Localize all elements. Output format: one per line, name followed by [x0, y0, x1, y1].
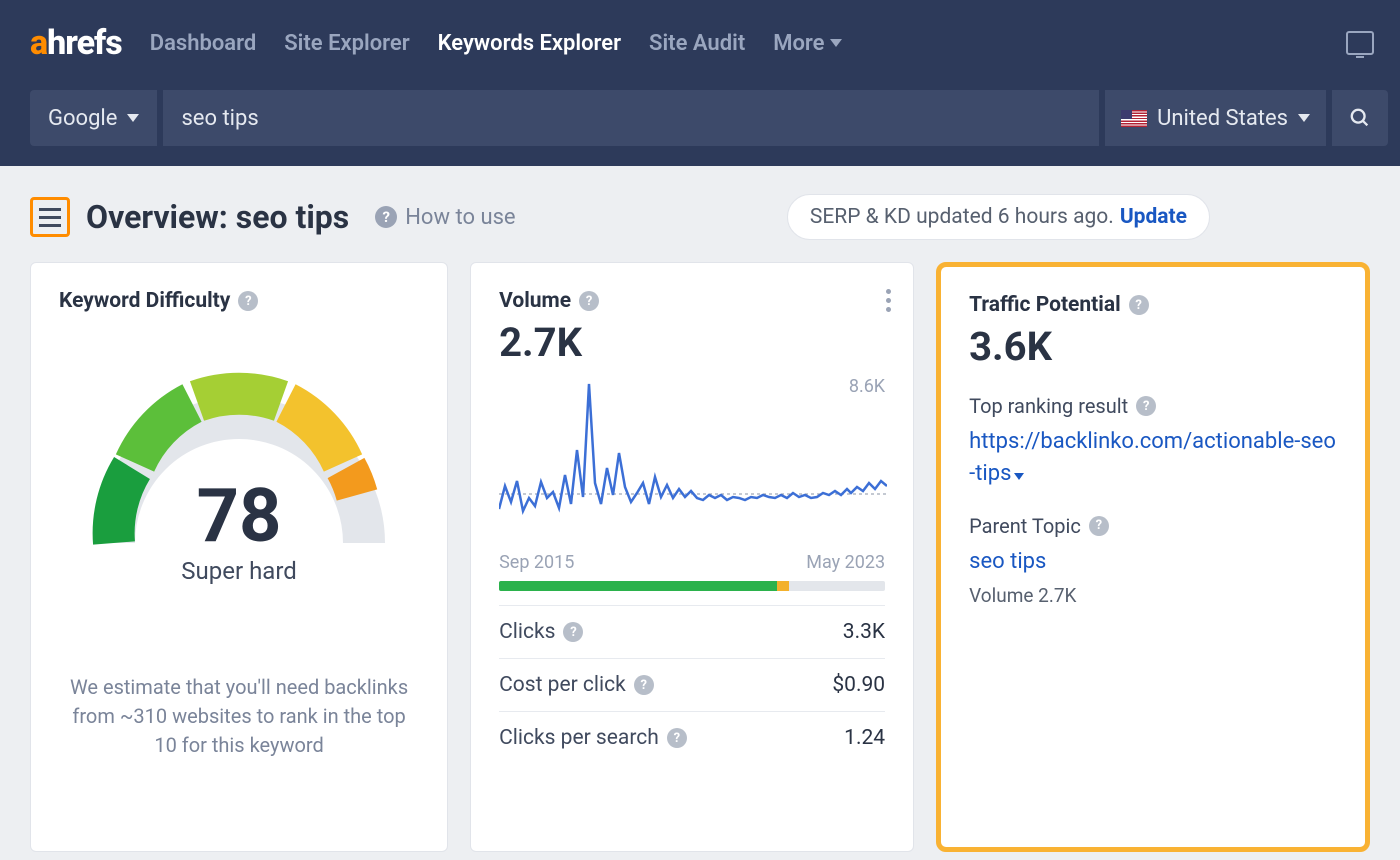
update-link[interactable]: Update — [1120, 205, 1187, 229]
keyword-input[interactable]: seo tips — [163, 90, 1099, 146]
search-bar: Google seo tips United States — [0, 86, 1400, 166]
nav-keywords-explorer[interactable]: Keywords Explorer — [438, 31, 621, 56]
kd-gauge: 78 Super hard — [74, 353, 404, 553]
progress-yellow — [777, 581, 789, 591]
update-text: SERP & KD updated 6 hours ago. — [810, 205, 1114, 229]
sparkline-chart — [499, 376, 887, 536]
volume-label-text: Volume — [499, 289, 571, 313]
help-icon[interactable]: ? — [1089, 516, 1109, 536]
metric-label: Clicks — [499, 620, 555, 644]
country-label: United States — [1157, 106, 1288, 131]
card-volume: Volume? 2.7K 8.6K Sep 2015 May 2023 Clic… — [470, 262, 914, 852]
volume-value: 2.7K — [499, 319, 885, 366]
search-icon — [1349, 107, 1371, 129]
metric-row: Clicks per search? 1.24 — [499, 711, 885, 764]
engine-label: Google — [48, 106, 117, 131]
help-icon[interactable]: ? — [579, 291, 599, 311]
tp-value: 3.6K — [969, 323, 1337, 370]
how-to-use-label: How to use — [405, 205, 515, 230]
kd-label-text: Keyword Difficulty — [59, 289, 230, 313]
card-menu-button[interactable] — [886, 289, 891, 312]
metric-row: Clicks? 3.3K — [499, 605, 885, 658]
engine-select[interactable]: Google — [30, 90, 157, 146]
card-traffic-potential: Traffic Potential? 3.6K Top ranking resu… — [936, 262, 1370, 852]
help-icon: ? — [375, 206, 397, 228]
nav-dashboard[interactable]: Dashboard — [150, 31, 256, 56]
nav-more-label: More — [773, 31, 824, 56]
card-keyword-difficulty: Keyword Difficulty? 78 Super hard We est… — [30, 262, 448, 852]
keyword-value: seo tips — [181, 106, 258, 131]
nav-site-audit[interactable]: Site Audit — [649, 31, 745, 56]
us-flag-icon — [1121, 110, 1147, 127]
volume-date-range: Sep 2015 May 2023 — [499, 552, 885, 573]
volume-progress — [499, 581, 885, 591]
chevron-down-icon — [1014, 473, 1024, 480]
monitor-icon[interactable] — [1346, 31, 1374, 55]
top-result-link[interactable]: https://backlinko.com/actionable-seo-tip… — [969, 426, 1337, 490]
logo: ahrefs — [30, 23, 122, 63]
kd-note: We estimate that you'll need backlinks f… — [59, 673, 419, 760]
metric-value: 1.24 — [844, 726, 885, 750]
nav-more[interactable]: More — [773, 31, 842, 56]
parent-topic-heading: Parent Topic? — [969, 514, 1337, 538]
search-button[interactable] — [1332, 90, 1388, 146]
tp-label: Traffic Potential? — [969, 293, 1337, 317]
help-icon[interactable]: ? — [1129, 295, 1149, 315]
logo-a: a — [30, 23, 47, 63]
parent-topic-link[interactable]: seo tips — [969, 546, 1337, 578]
chevron-down-icon — [830, 39, 842, 47]
tp-label-text: Traffic Potential — [969, 293, 1121, 317]
sidebar-toggle[interactable] — [30, 197, 70, 237]
range-end: May 2023 — [806, 552, 885, 573]
chevron-down-icon — [1298, 114, 1310, 122]
volume-max: 8.6K — [849, 376, 885, 397]
metric-label: Cost per click — [499, 673, 626, 697]
range-start: Sep 2015 — [499, 552, 574, 573]
help-icon[interactable]: ? — [667, 728, 687, 748]
help-icon[interactable]: ? — [563, 622, 583, 642]
metric-value: 3.3K — [843, 620, 885, 644]
top-result-label: Top ranking result — [969, 394, 1128, 418]
metric-row: Cost per click? $0.90 — [499, 658, 885, 711]
help-icon[interactable]: ? — [1136, 396, 1156, 416]
kd-level: Super hard — [74, 557, 404, 585]
volume-label: Volume? — [499, 289, 885, 313]
how-to-use-link[interactable]: ? How to use — [375, 205, 515, 230]
help-icon[interactable]: ? — [238, 291, 258, 311]
kd-score: 78 — [74, 473, 404, 560]
parent-topic-volume: Volume 2.7K — [969, 584, 1337, 607]
logo-rest: hrefs — [47, 23, 122, 63]
metric-value: $0.90 — [832, 673, 885, 697]
kd-label: Keyword Difficulty? — [59, 289, 419, 313]
update-status: SERP & KD updated 6 hours ago. Update — [787, 194, 1210, 240]
volume-sparkline: 8.6K — [499, 376, 885, 546]
cards-row: Keyword Difficulty? 78 Super hard We est… — [0, 262, 1400, 852]
nav-site-explorer[interactable]: Site Explorer — [284, 31, 409, 56]
page-title: Overview: seo tips — [86, 198, 349, 236]
top-result-heading: Top ranking result? — [969, 394, 1337, 418]
page-header: Overview: seo tips ? How to use SERP & KD… — [0, 166, 1400, 262]
progress-green — [499, 581, 777, 591]
country-select[interactable]: United States — [1105, 90, 1326, 146]
parent-topic-label: Parent Topic — [969, 514, 1081, 538]
help-icon[interactable]: ? — [634, 675, 654, 695]
top-nav: ahrefs Dashboard Site Explorer Keywords … — [0, 0, 1400, 86]
metric-label: Clicks per search — [499, 726, 659, 750]
chevron-down-icon — [127, 114, 139, 122]
